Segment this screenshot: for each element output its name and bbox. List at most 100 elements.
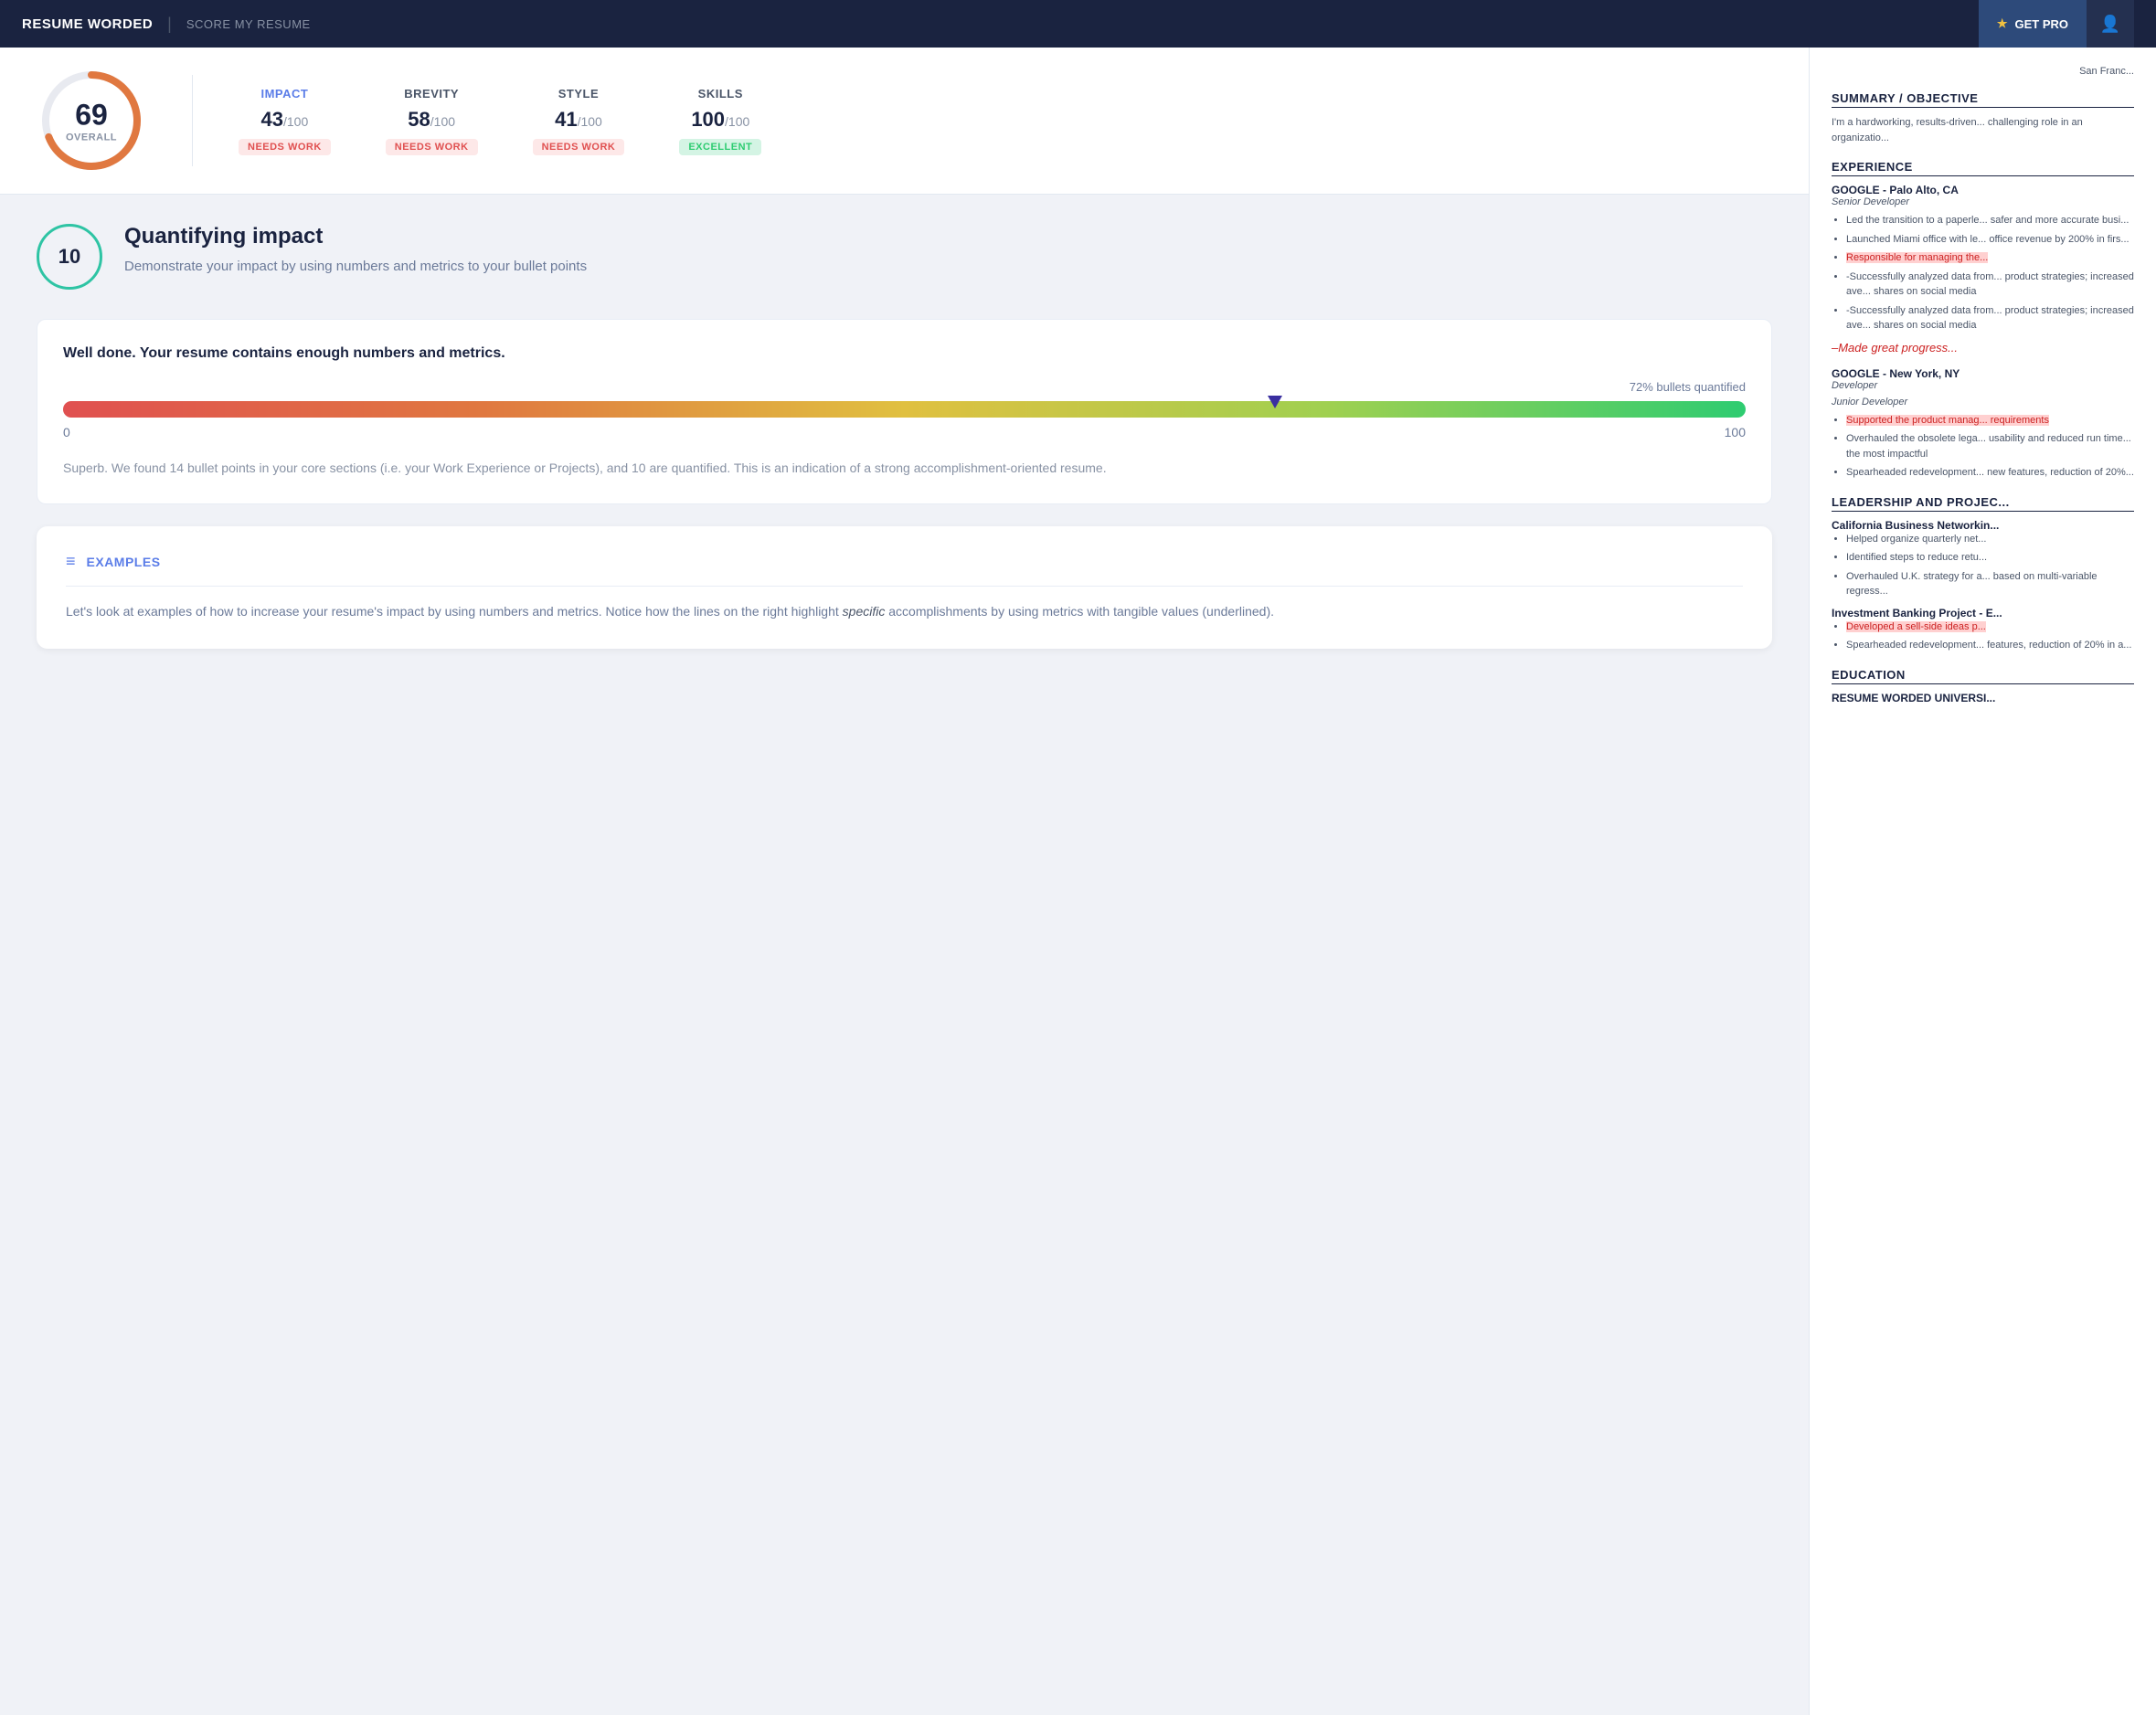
resume-company-2: GOOGLE - New York, NY — [1832, 367, 2134, 380]
bullet-text: Spearheaded redevelopment... features, r… — [1846, 640, 2131, 651]
get-pro-label: GET PRO — [2014, 17, 2068, 31]
resume-leadership-company-2: Investment Banking Project - E... — [1832, 607, 2134, 619]
bullet-item: Spearheaded redevelopment... features, r… — [1846, 638, 2134, 653]
score-circle: 69 OVERALL — [37, 66, 146, 175]
header-subtitle: SCORE MY RESUME — [186, 17, 311, 31]
examples-body: Let's look at examples of how to increas… — [66, 601, 1743, 623]
resume-edu-company: RESUME WORDED UNIVERSI... — [1832, 692, 2134, 704]
user-icon: 👤 — [2100, 15, 2120, 34]
bullet-text: Helped organize quarterly net... — [1846, 534, 1986, 545]
progress-marker — [1268, 396, 1282, 408]
resume-experience-title: EXPERIENCE — [1832, 160, 2134, 176]
impact-header: 10 Quantifying impact Demonstrate your i… — [37, 224, 1772, 290]
resume-preview-panel: San Franc... SUMMARY / OBJECTIVE I'm a h… — [1809, 48, 2156, 1715]
progress-percent-label: 72% bullets quantified — [63, 380, 1746, 394]
progress-description: Superb. We found 14 bullet points in you… — [63, 458, 1746, 478]
resume-leadership-bullets-2: Developed a sell-side ideas p... Spearhe… — [1832, 619, 2134, 653]
user-profile-button[interactable]: 👤 — [2087, 0, 2134, 48]
bullet-text: Led the transition to a paperle... safer… — [1846, 215, 2129, 226]
resume-leadership-1: California Business Networkin... Helped … — [1832, 519, 2134, 599]
resume-leadership-2: Investment Banking Project - E... Develo… — [1832, 607, 2134, 653]
resume-bullets-2: Supported the product manag... requireme… — [1832, 413, 2134, 481]
resume-summary-text: I'm a hardworking, results-driven... cha… — [1832, 115, 2134, 145]
impact-info: Quantifying impact Demonstrate your impa… — [124, 224, 587, 278]
deleted-text: –Made great progress... — [1832, 341, 2134, 355]
category-skills: SKILLS 100/100 EXCELLENT — [679, 87, 761, 155]
app-logo: RESUME WORDED — [22, 16, 153, 32]
bullet-item: Overhauled U.K. strategy for a... based … — [1846, 569, 2134, 599]
examples-section: ≡ EXAMPLES Let's look at examples of how… — [37, 526, 1772, 649]
category-impact: IMPACT 43/100 NEEDS WORK — [239, 87, 331, 155]
category-brevity-score: 58/100 — [408, 108, 455, 132]
bullet-text: -Successfully analyzed data from... prod… — [1846, 305, 2134, 332]
progress-bar-track — [63, 401, 1746, 418]
category-style-badge: NEEDS WORK — [533, 139, 625, 155]
bullet-item: Launched Miami office with le... office … — [1846, 232, 2134, 248]
overall-score-label: OVERALL — [66, 132, 117, 143]
impact-score-badge: 10 — [37, 224, 102, 290]
category-impact-badge: NEEDS WORK — [239, 139, 331, 155]
examples-header: ≡ EXAMPLES — [66, 552, 1743, 587]
progress-range: 0 100 — [63, 425, 1746, 439]
star-icon: ★ — [1997, 16, 2008, 31]
examples-list-icon: ≡ — [66, 552, 76, 571]
resume-role-2b: Junior Developer — [1832, 397, 2134, 408]
category-impact-score: 43/100 — [261, 108, 309, 132]
bullet-item: Responsible for managing the... — [1846, 250, 2134, 266]
impact-description: Demonstrate your impact by using numbers… — [124, 257, 587, 278]
bullet-item: Spearheaded redevelopment... new feature… — [1846, 465, 2134, 481]
header-right: ★ GET PRO 👤 — [1979, 0, 2134, 48]
impact-title: Quantifying impact — [124, 224, 587, 249]
bullet-text-highlighted-red: Developed a sell-side ideas p... — [1846, 621, 1986, 632]
bullet-text: Overhauled U.K. strategy for a... based … — [1846, 571, 2098, 598]
resume-job-1: GOOGLE - Palo Alto, CA Senior Developer … — [1832, 184, 2134, 355]
header: RESUME WORDED | SCORE MY RESUME ★ GET PR… — [0, 0, 2156, 48]
bullet-item: Supported the product manag... requireme… — [1846, 413, 2134, 429]
get-pro-button[interactable]: ★ GET PRO — [1979, 0, 2087, 48]
examples-title: EXAMPLES — [87, 555, 161, 569]
bullet-item: Helped organize quarterly net... — [1846, 532, 2134, 547]
category-style: STYLE 41/100 NEEDS WORK — [533, 87, 625, 155]
bullet-item: Identified steps to reduce retu... — [1846, 550, 2134, 566]
resume-role-1: Senior Developer — [1832, 196, 2134, 207]
bullet-text-highlighted-red: Responsible for managing the... — [1846, 252, 1988, 263]
progress-bar-container — [63, 401, 1746, 418]
resume-location: San Franc... — [1832, 66, 2134, 77]
category-skills-badge: EXCELLENT — [679, 139, 761, 155]
category-brevity: BREVITY 58/100 NEEDS WORK — [386, 87, 478, 155]
category-skills-score: 100/100 — [691, 108, 749, 132]
well-done-message: Well done. Your resume contains enough n… — [63, 345, 1746, 362]
category-brevity-badge: NEEDS WORK — [386, 139, 478, 155]
progress-start: 0 — [63, 425, 70, 439]
bullet-text: Launched Miami office with le... office … — [1846, 234, 2129, 245]
category-skills-label: SKILLS — [698, 87, 743, 101]
left-panel: 69 OVERALL IMPACT 43/100 NEEDS WORK BREV… — [0, 48, 1809, 1715]
score-bar: 69 OVERALL IMPACT 43/100 NEEDS WORK BREV… — [0, 48, 1809, 195]
bullet-item: Developed a sell-side ideas p... — [1846, 619, 2134, 635]
resume-job-2: GOOGLE - New York, NY Developer Junior D… — [1832, 367, 2134, 481]
bullet-text: -Successfully analyzed data from... prod… — [1846, 271, 2134, 298]
bullet-text: Overhauled the obsolete lega... usabilit… — [1846, 433, 2131, 460]
bullet-text-highlighted-red: Supported the product manag... requireme… — [1846, 415, 2049, 426]
resume-bullets-1: Led the transition to a paperle... safer… — [1832, 213, 2134, 333]
bullet-text: Identified steps to reduce retu... — [1846, 552, 1987, 563]
header-divider: | — [167, 15, 172, 34]
overall-score-number: 69 — [66, 99, 117, 132]
category-style-label: STYLE — [558, 87, 599, 101]
score-categories: IMPACT 43/100 NEEDS WORK BREVITY 58/100 … — [239, 87, 1772, 155]
bullet-item: Overhauled the obsolete lega... usabilit… — [1846, 431, 2134, 461]
examples-italic: specific — [843, 604, 886, 619]
resume-leadership-title: LEADERSHIP AND PROJEC... — [1832, 495, 2134, 512]
resume-leadership-bullets-1: Helped organize quarterly net... Identif… — [1832, 532, 2134, 599]
header-left: RESUME WORDED | SCORE MY RESUME — [22, 15, 311, 34]
resume-company-1: GOOGLE - Palo Alto, CA — [1832, 184, 2134, 196]
bullet-item: Led the transition to a paperle... safer… — [1846, 213, 2134, 228]
content-area: 10 Quantifying impact Demonstrate your i… — [0, 195, 1809, 678]
examples-text-before: Let's look at examples of how to increas… — [66, 604, 843, 619]
category-brevity-label: BREVITY — [404, 87, 459, 101]
resume-role-2: Developer — [1832, 380, 2134, 391]
category-style-score: 41/100 — [555, 108, 602, 132]
resume-education-title: EDUCATION — [1832, 668, 2134, 684]
category-impact-label: IMPACT — [260, 87, 308, 101]
progress-section: Well done. Your resume contains enough n… — [37, 319, 1772, 504]
